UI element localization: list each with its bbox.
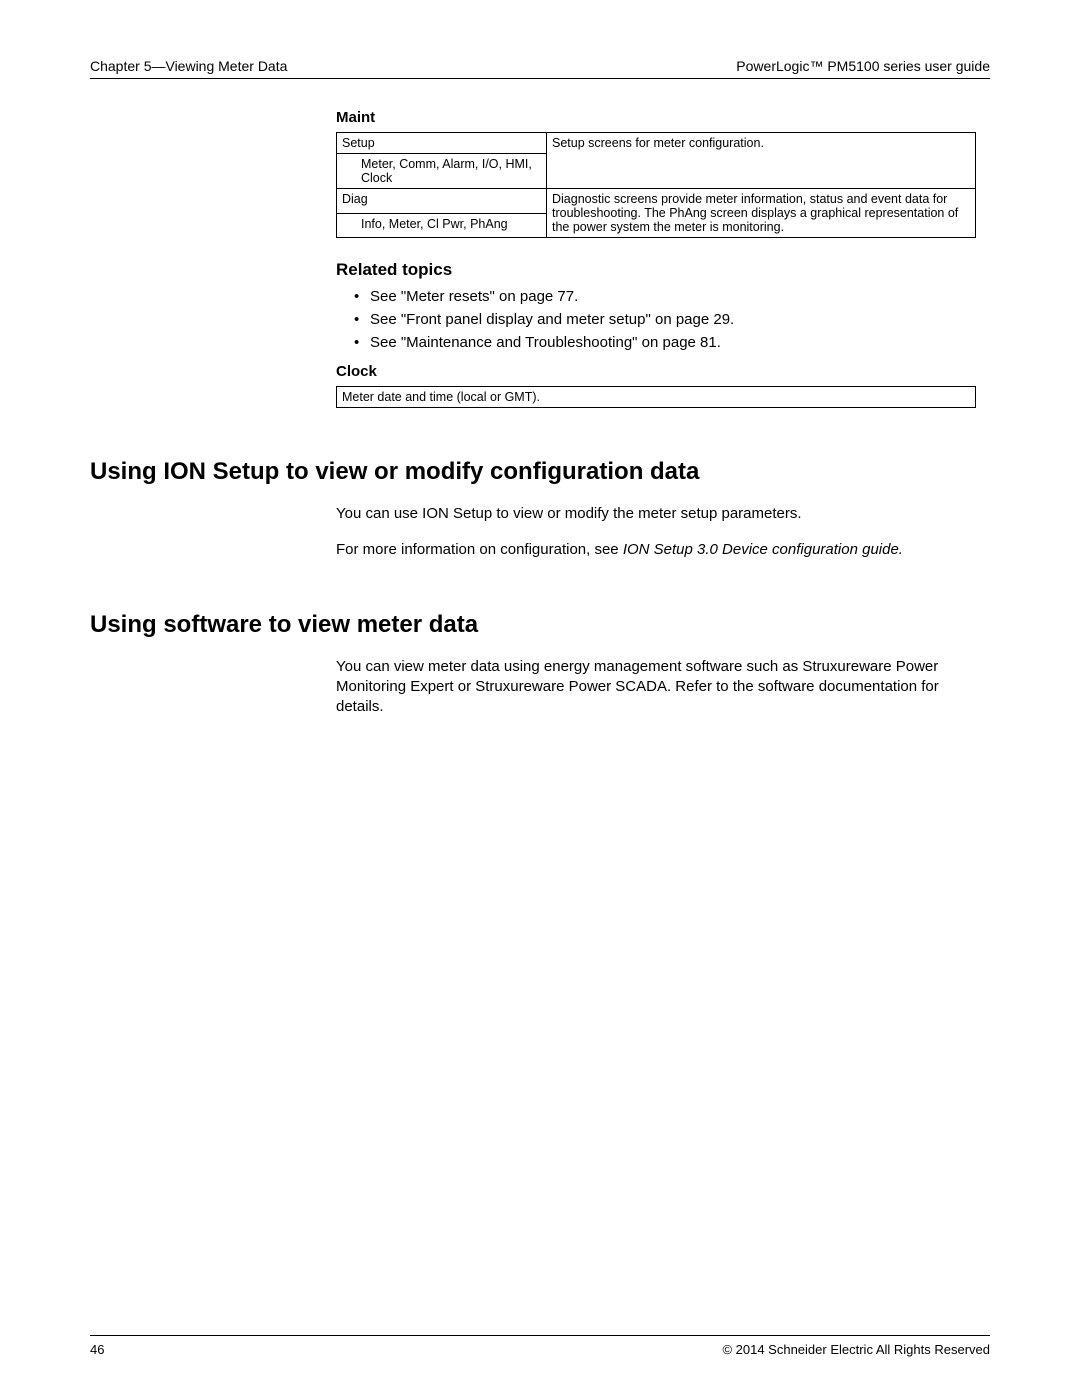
list-item: See "Maintenance and Troubleshooting" on… — [354, 334, 990, 351]
ion-paragraph-1: You can use ION Setup to view or modify … — [336, 504, 990, 524]
footer-copyright: © 2014 Schneider Electric All Rights Res… — [722, 1342, 990, 1357]
ion-p2-italic: ION Setup 3.0 Device configuration guide… — [623, 541, 903, 558]
page-number: 46 — [90, 1342, 104, 1357]
ion-p2-prefix: For more information on configuration, s… — [336, 541, 623, 558]
related-topics-heading: Related topics — [336, 260, 990, 280]
ion-paragraph-2: For more information on configuration, s… — [336, 540, 990, 560]
maint-setup-sub: Meter, Comm, Alarm, I/O, HMI, Clock — [337, 154, 547, 189]
table-row: Meter date and time (local or GMT). — [337, 387, 976, 408]
list-item: See "Meter resets" on page 77. — [354, 288, 990, 305]
software-paragraph-1: You can view meter data using energy man… — [336, 657, 990, 718]
list-item: See "Front panel display and meter setup… — [354, 311, 990, 328]
header-guide-title: PowerLogic™ PM5100 series user guide — [736, 58, 990, 74]
table-row: Diag Diagnostic screens provide meter in… — [337, 189, 976, 214]
maint-label: Maint — [336, 109, 990, 126]
maint-table: Setup Setup screens for meter configurat… — [336, 132, 976, 238]
maint-setup-cell: Setup — [337, 133, 547, 154]
software-heading: Using software to view meter data — [90, 611, 990, 639]
clock-text: Meter date and time (local or GMT). — [337, 387, 976, 408]
table-row: Setup Setup screens for meter configurat… — [337, 133, 976, 154]
page-header: Chapter 5—Viewing Meter Data PowerLogic™… — [90, 58, 990, 79]
page-footer: 46 © 2014 Schneider Electric All Rights … — [90, 1335, 990, 1357]
clock-label: Clock — [336, 363, 990, 380]
maint-setup-desc: Setup screens for meter configuration. — [547, 133, 976, 189]
clock-table: Meter date and time (local or GMT). — [336, 386, 976, 408]
maint-diag-desc: Diagnostic screens provide meter informa… — [547, 189, 976, 238]
header-chapter: Chapter 5—Viewing Meter Data — [90, 58, 287, 74]
ion-setup-heading: Using ION Setup to view or modify config… — [90, 458, 990, 486]
maint-diag-sub: Info, Meter, Cl Pwr, PhAng — [337, 213, 547, 238]
related-topics-list: See "Meter resets" on page 77. See "Fron… — [336, 288, 990, 351]
maint-diag-cell: Diag — [337, 189, 547, 214]
